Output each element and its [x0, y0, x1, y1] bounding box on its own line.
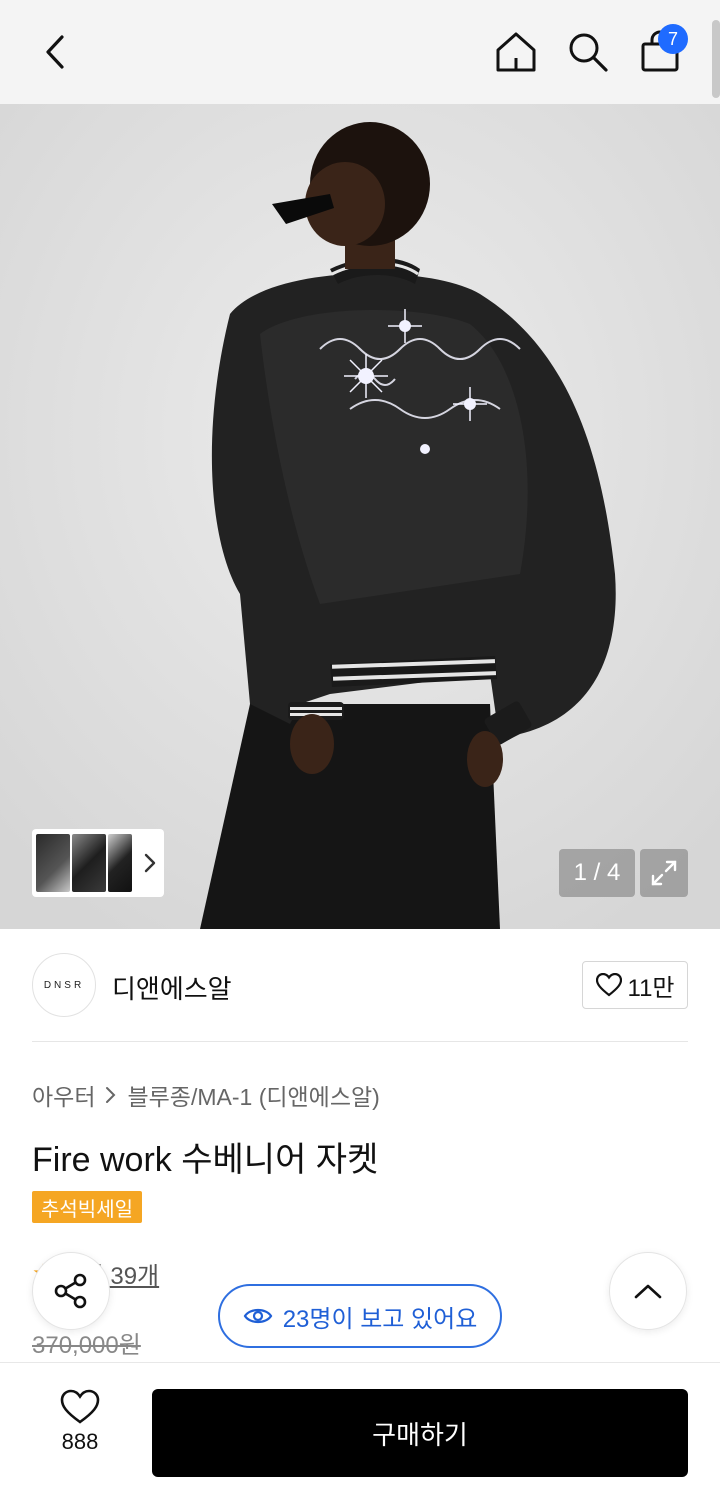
brand-name[interactable]: 디앤에스알 — [112, 969, 232, 1006]
thumbnail-image[interactable] — [36, 834, 70, 892]
chevron-up-icon — [634, 1284, 662, 1299]
wishlist-count: 888 — [61, 1429, 99, 1454]
chevron-left-icon — [46, 35, 64, 69]
wishlist-button[interactable]: 888 — [40, 1389, 120, 1469]
bottom-action-bar: 888 구매하기 — [0, 1362, 720, 1500]
brand-like-count: 11만 — [627, 974, 675, 1002]
live-viewers-pill: 23명이 보고 있어요 — [218, 1284, 502, 1348]
product-title: Fire work 수베니어 자켓 — [32, 1141, 379, 1179]
heart-icon — [60, 1389, 100, 1424]
breadcrumb: 아우터 블루종/MA-1 (디앤에스알) — [32, 1078, 380, 1112]
thumbnail-strip[interactable] — [32, 829, 164, 897]
breadcrumb-item[interactable]: 블루종/MA-1 (디앤에스알) — [127, 1078, 379, 1112]
thumbnail-image[interactable] — [72, 834, 106, 892]
chevron-right-icon — [144, 853, 156, 873]
divider — [32, 1041, 688, 1042]
scroll-indicator — [712, 20, 720, 98]
brand-like-button[interactable]: 11만 — [582, 961, 688, 1009]
live-viewers-text: 23명이 보고 있어요 — [282, 1305, 478, 1333]
brand-row: DNSR 디앤에스알 11만 — [32, 953, 688, 1017]
cart-count-badge: 7 — [658, 24, 688, 54]
thumbnail-image[interactable] — [108, 834, 132, 892]
chevron-right-icon — [106, 1087, 116, 1103]
eye-icon — [243, 1308, 273, 1324]
brand-logo[interactable]: DNSR — [32, 953, 96, 1017]
brand-logo-text: DNSR — [43, 979, 85, 991]
back-button[interactable] — [28, 24, 84, 80]
search-icon — [569, 33, 608, 72]
product-image-gallery[interactable]: 1 / 4 — [0, 104, 720, 929]
share-icon — [54, 1273, 87, 1309]
expand-icon — [651, 860, 677, 886]
share-button[interactable] — [32, 1252, 110, 1330]
cart-button[interactable]: 7 — [632, 24, 688, 80]
buy-button[interactable]: 구매하기 — [152, 1389, 688, 1477]
home-icon — [496, 32, 536, 72]
sale-badge: 추석빅세일 — [32, 1191, 142, 1223]
breadcrumb-item[interactable]: 아우터 — [32, 1078, 95, 1112]
original-price: 370,000원 — [32, 1332, 141, 1359]
heart-icon — [595, 973, 622, 997]
scroll-to-top-button[interactable] — [609, 1252, 687, 1330]
product-photo — [0, 104, 720, 929]
home-button[interactable] — [488, 24, 544, 80]
expand-image-button[interactable] — [640, 849, 688, 897]
image-counter: 1 / 4 — [559, 849, 635, 897]
search-button[interactable] — [560, 24, 616, 80]
top-navigation-bar: 7 — [0, 0, 720, 104]
